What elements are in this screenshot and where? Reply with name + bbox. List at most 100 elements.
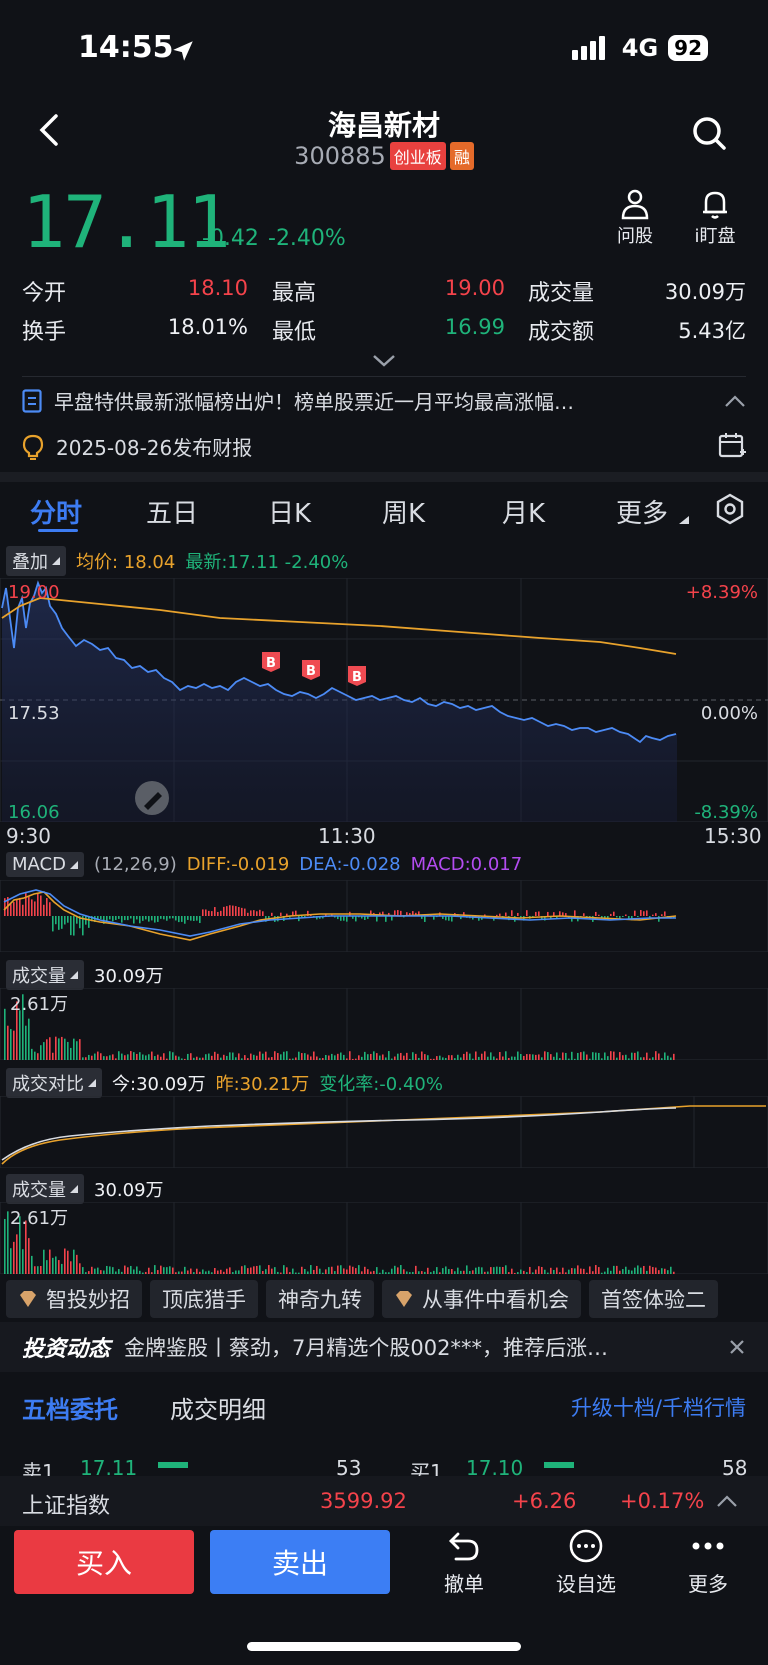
bar <box>502 1266 504 1274</box>
bar <box>121 916 123 923</box>
news-row[interactable]: 早盘特供最新涨幅榜出炉！榜单股票近一月平均最高涨幅… <box>22 386 746 415</box>
search-icon[interactable] <box>690 114 728 152</box>
volume2-selector[interactable]: 成交量 <box>6 1174 84 1204</box>
amount-value: 5.43亿 <box>678 319 746 343</box>
volume-chart-1[interactable]: 2.61万 <box>0 988 768 1060</box>
buy-marker[interactable]: B <box>302 660 320 680</box>
close-icon[interactable] <box>728 1338 746 1356</box>
draw-tool-button[interactable] <box>135 781 169 815</box>
report-row[interactable]: 2025-08-26发布财报 <box>22 432 252 461</box>
more-actions-button[interactable]: 更多 <box>668 1528 748 1597</box>
bar <box>655 1267 657 1274</box>
more-actions-label: 更多 <box>688 1572 728 1596</box>
bar <box>610 913 612 916</box>
bar <box>373 1051 375 1060</box>
bar <box>133 1269 135 1274</box>
bar <box>655 913 657 916</box>
index-name: 上证指数 <box>22 1494 111 1519</box>
bar <box>535 911 537 916</box>
tab-weekly-k[interactable]: 周K <box>382 493 425 530</box>
pill-event-opportunity[interactable]: 从事件中看机会 <box>382 1280 581 1318</box>
bar <box>82 1267 84 1274</box>
buy-button[interactable]: 买入 <box>14 1530 194 1594</box>
bar <box>472 1058 474 1060</box>
tab-five-level-orders[interactable]: 五档委托 <box>22 1390 118 1425</box>
diamond-icon <box>20 1291 36 1307</box>
bar <box>406 1271 408 1274</box>
bar <box>652 1057 654 1060</box>
bar <box>241 907 243 916</box>
pill-top-bottom[interactable]: 顶底猎手 <box>150 1280 258 1318</box>
pill-magic-nine[interactable]: 神奇九转 <box>266 1280 374 1318</box>
volume-label: 成交量 <box>528 281 595 306</box>
bar <box>226 906 228 916</box>
watch-alert-button[interactable]: i盯盘 <box>680 188 750 248</box>
tab-five-day[interactable]: 五日 <box>146 493 198 530</box>
bar <box>64 916 66 925</box>
upgrade-depth-link[interactable]: 升级十档/千档行情 <box>571 1392 746 1422</box>
stock-name: 海昌新材 <box>327 109 440 142</box>
volume-compare-chart[interactable] <box>0 1096 768 1168</box>
buy-marker[interactable]: B <box>262 652 280 672</box>
bar <box>580 1268 582 1274</box>
bar <box>313 1269 315 1274</box>
bar <box>247 912 249 916</box>
bar <box>151 1272 153 1274</box>
bar <box>112 916 114 922</box>
bar <box>388 1272 390 1274</box>
bar <box>436 1056 438 1060</box>
tab-more[interactable]: 更多 <box>616 493 668 530</box>
volume-chart-2[interactable]: 2.61万 <box>0 1202 768 1274</box>
x-axis-mid: 11:30 <box>318 824 376 848</box>
pill-first-sign[interactable]: 首签体验二 <box>589 1280 718 1318</box>
calendar-add-icon[interactable] <box>718 432 746 460</box>
add-watchlist-button[interactable]: 设自选 <box>546 1528 626 1597</box>
x-axis-end: 15:30 <box>704 824 762 848</box>
bar <box>544 1051 546 1060</box>
macd-selector[interactable]: MACD <box>6 852 84 877</box>
index-value: 3599.92 <box>320 1489 407 1513</box>
overlay-button[interactable]: 叠加 <box>6 546 66 576</box>
bar <box>148 916 150 922</box>
status-time: 14:55 <box>78 30 174 65</box>
volume2-value: 30.09万 <box>94 1180 164 1201</box>
tab-trade-details[interactable]: 成交明细 <box>170 1390 266 1425</box>
settings-hexagon-icon[interactable] <box>714 493 746 525</box>
bar <box>577 1265 579 1274</box>
bar <box>244 1265 246 1274</box>
bar <box>493 1056 495 1060</box>
invest-news-bar[interactable]: 投资动态 金牌鉴股丨蔡劲，7月精选个股002***，推荐后涨… <box>0 1322 768 1372</box>
home-indicator[interactable] <box>247 1642 521 1651</box>
bar <box>529 1266 531 1274</box>
bar <box>229 905 231 916</box>
bar <box>25 891 27 916</box>
bar <box>199 1057 201 1060</box>
intraday-price-chart[interactable]: B B B 19.00 17.53 16.06 +8.39% 0.00% -8.… <box>0 578 768 822</box>
volume1-selector[interactable]: 成交量 <box>6 960 84 990</box>
bar <box>238 1053 240 1060</box>
tab-monthly-k[interactable]: 月K <box>502 493 545 530</box>
pill-smart-tips[interactable]: 智投妙招 <box>6 1280 142 1318</box>
sell-button[interactable]: 卖出 <box>210 1530 390 1594</box>
index-ticker-bar[interactable]: 上证指数 3599.92 +6.26 +0.17% <box>0 1476 768 1526</box>
ask-stock-button[interactable]: 问股 <box>600 188 670 248</box>
compare-selector[interactable]: 成交对比 <box>6 1068 102 1098</box>
macd-chart[interactable] <box>0 880 768 952</box>
expand-chevron-icon[interactable] <box>372 354 396 368</box>
bar <box>559 1272 561 1274</box>
buy-marker[interactable]: B <box>348 666 366 686</box>
bar <box>631 1052 633 1060</box>
tab-daily-k[interactable]: 日K <box>268 493 311 530</box>
expand-up-chevron-icon[interactable] <box>716 1494 738 1508</box>
bar <box>106 1056 108 1060</box>
compare-yesterday: 昨:30.21万 <box>215 1074 310 1095</box>
collapse-chevron-icon[interactable] <box>724 394 746 408</box>
latest-price-label: 最新:17.11 -2.40% <box>185 552 349 573</box>
tab-intraday[interactable]: 分时 <box>30 493 82 530</box>
cancel-order-button[interactable]: 撤单 <box>424 1528 504 1597</box>
bar <box>505 1265 507 1274</box>
bar <box>649 1058 651 1060</box>
bar <box>385 916 387 922</box>
bar <box>541 1266 543 1274</box>
bar <box>202 1269 204 1274</box>
